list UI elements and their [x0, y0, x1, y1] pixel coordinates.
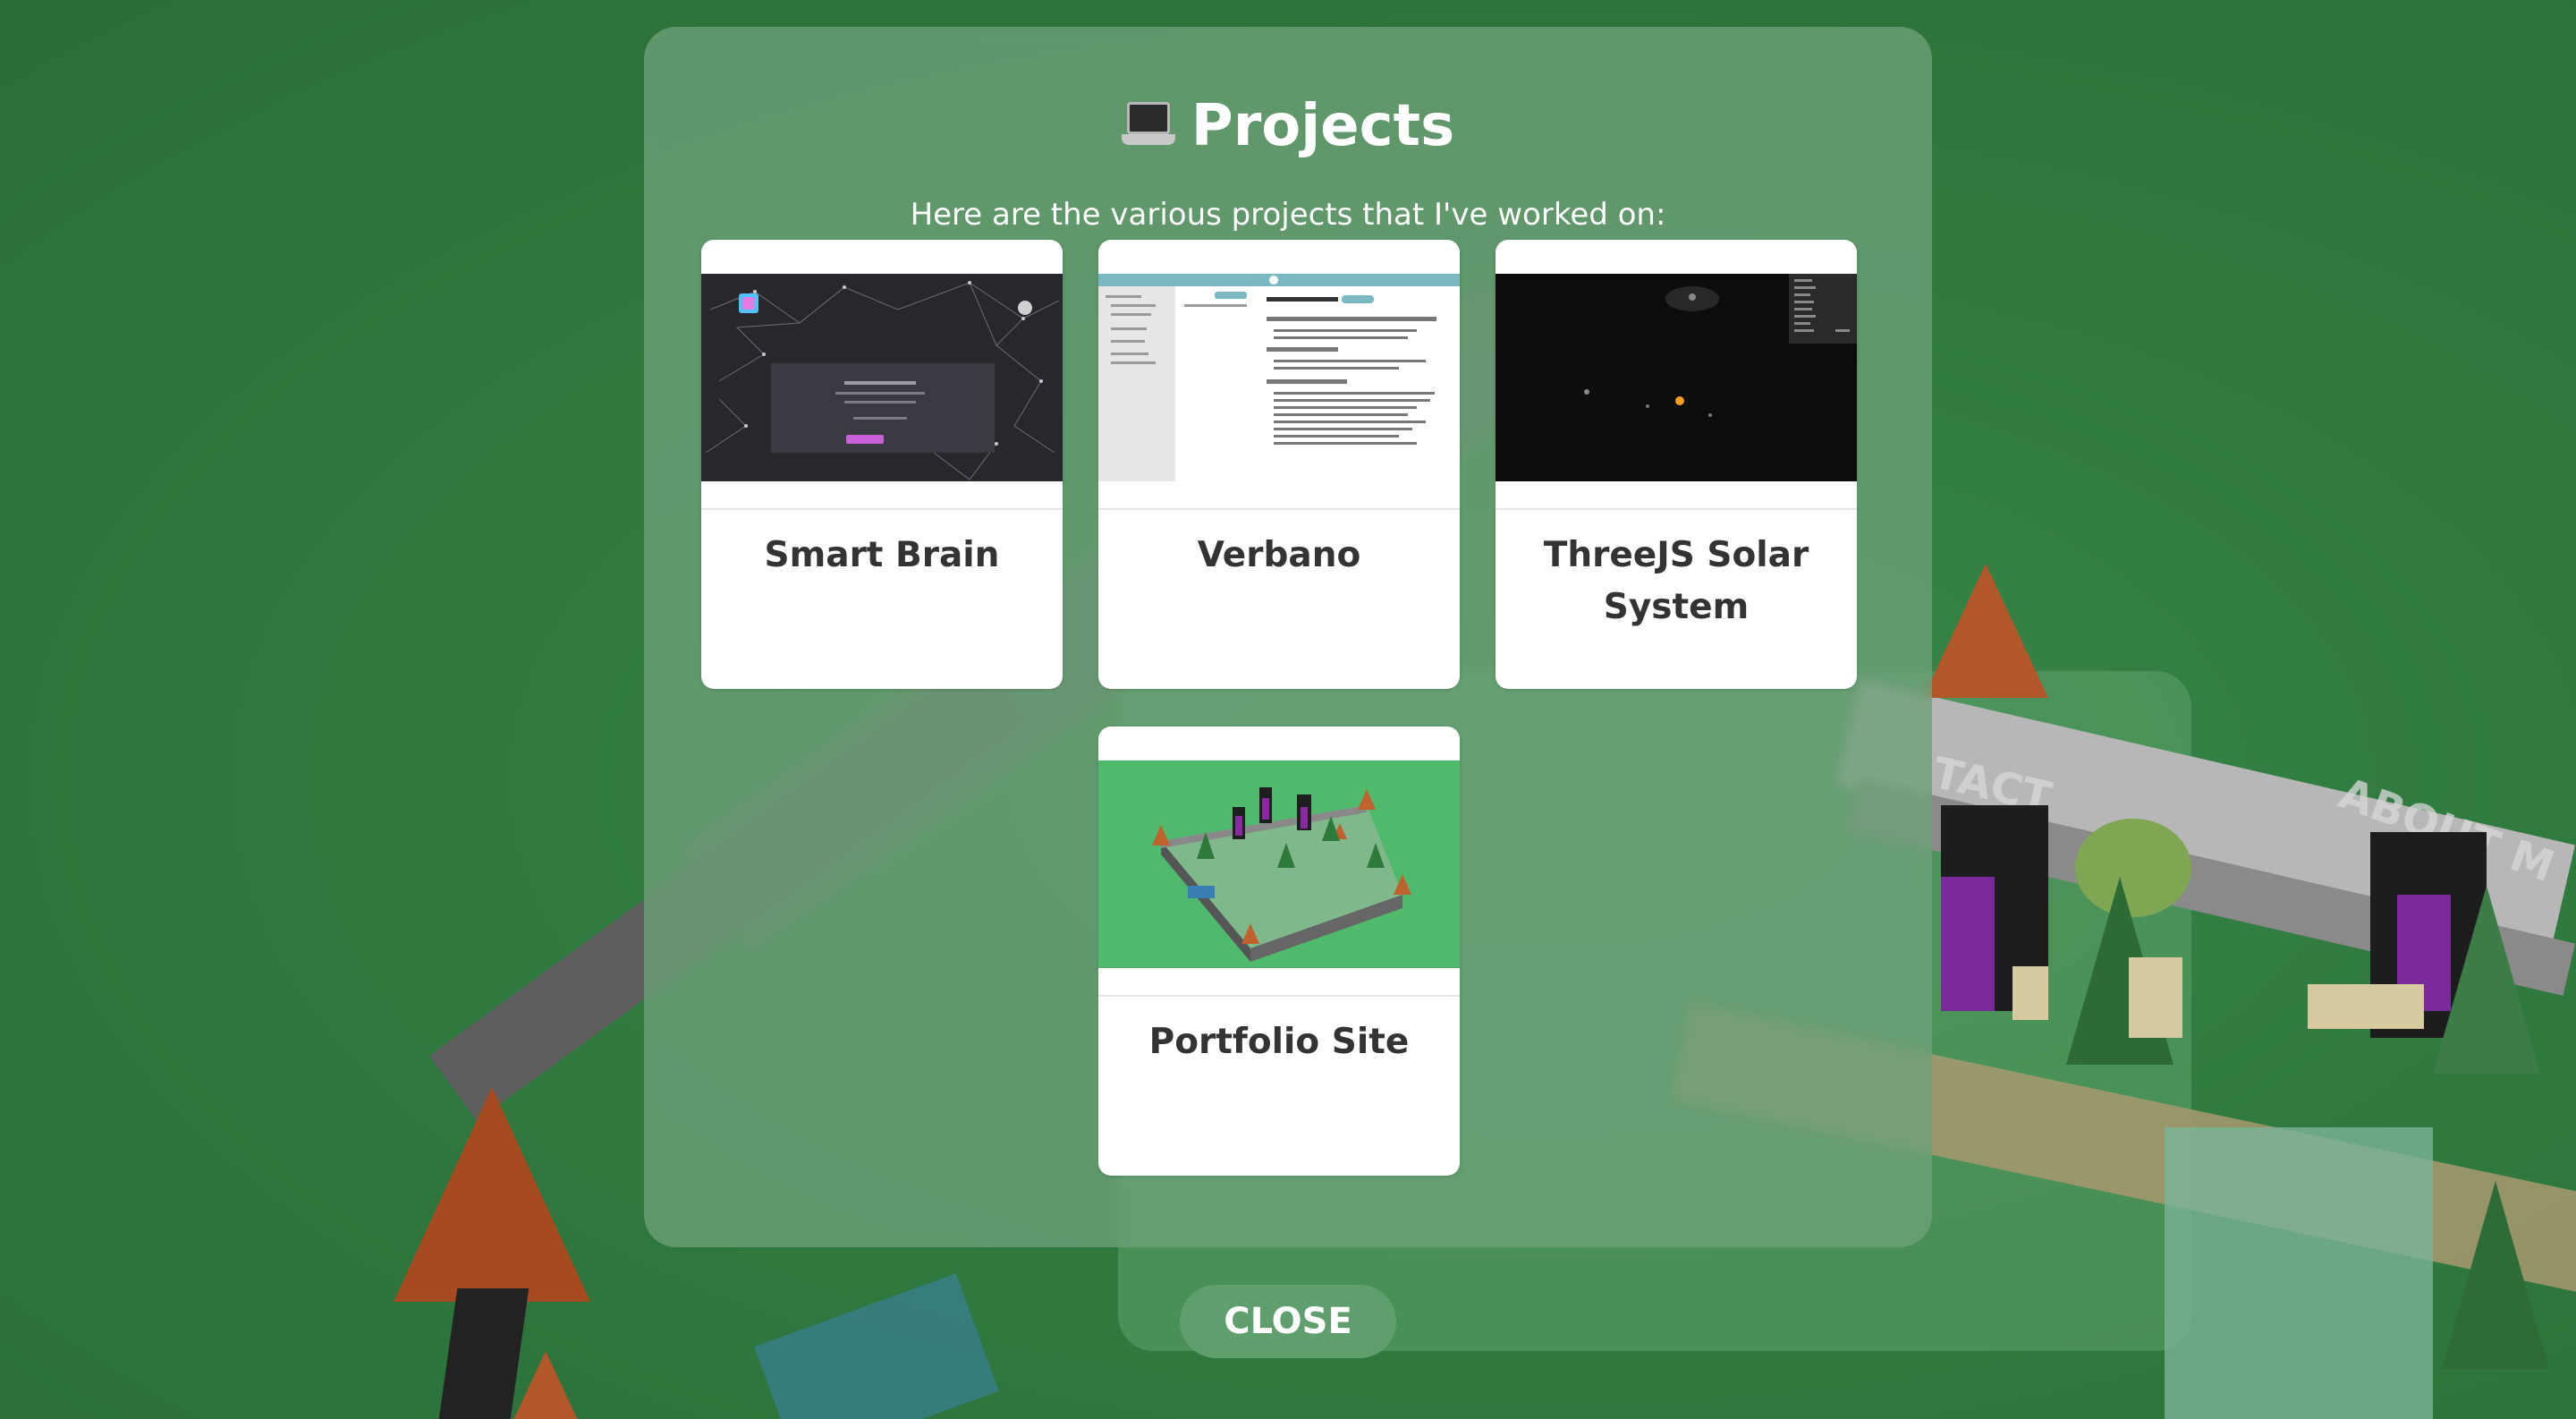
portal-door: [1941, 877, 1995, 1011]
modal-title-text: Projects: [1191, 93, 1455, 159]
laptop-icon: [1121, 102, 1175, 149]
portfolio-site-screenshot: [1098, 760, 1460, 968]
card-divider: [1496, 508, 1857, 510]
project-card-threejs-solar-system[interactable]: ThreeJS Solar System: [1496, 240, 1857, 689]
path-tile: [2012, 966, 2048, 1020]
pine-tree: [2442, 1181, 2549, 1369]
project-card-smart-brain[interactable]: Smart Brain: [701, 240, 1063, 689]
smart-brain-screenshot: [701, 274, 1063, 481]
projects-modal: Projects Here are the various projects t…: [644, 27, 1932, 1247]
project-name: Verbano: [1197, 535, 1361, 575]
project-name: ThreeJS Solar System: [1543, 535, 1809, 627]
pine-tree: [2433, 886, 2540, 1074]
path-tile: [2308, 984, 2424, 1029]
project-name: Portfolio Site: [1148, 1022, 1410, 1062]
solar-system-screenshot: [1496, 274, 1857, 481]
card-divider: [1098, 995, 1460, 997]
path-tile: [2129, 957, 2182, 1038]
card-divider: [1098, 508, 1460, 510]
tower-roof: [394, 1087, 590, 1302]
tower-roof: [1923, 564, 2048, 698]
tower-roof: [483, 1351, 608, 1419]
project-card-verbano[interactable]: Verbano: [1098, 240, 1460, 689]
house: [2165, 1127, 2433, 1419]
close-button[interactable]: CLOSE: [1180, 1285, 1396, 1358]
verbano-screenshot: [1098, 274, 1460, 481]
modal-title: Projects: [644, 93, 1932, 159]
modal-subtitle: Here are the various projects that I've …: [910, 197, 1666, 233]
project-card-portfolio-site[interactable]: Portfolio Site: [1098, 726, 1460, 1176]
project-name: Smart Brain: [764, 535, 1000, 575]
card-divider: [701, 508, 1063, 510]
